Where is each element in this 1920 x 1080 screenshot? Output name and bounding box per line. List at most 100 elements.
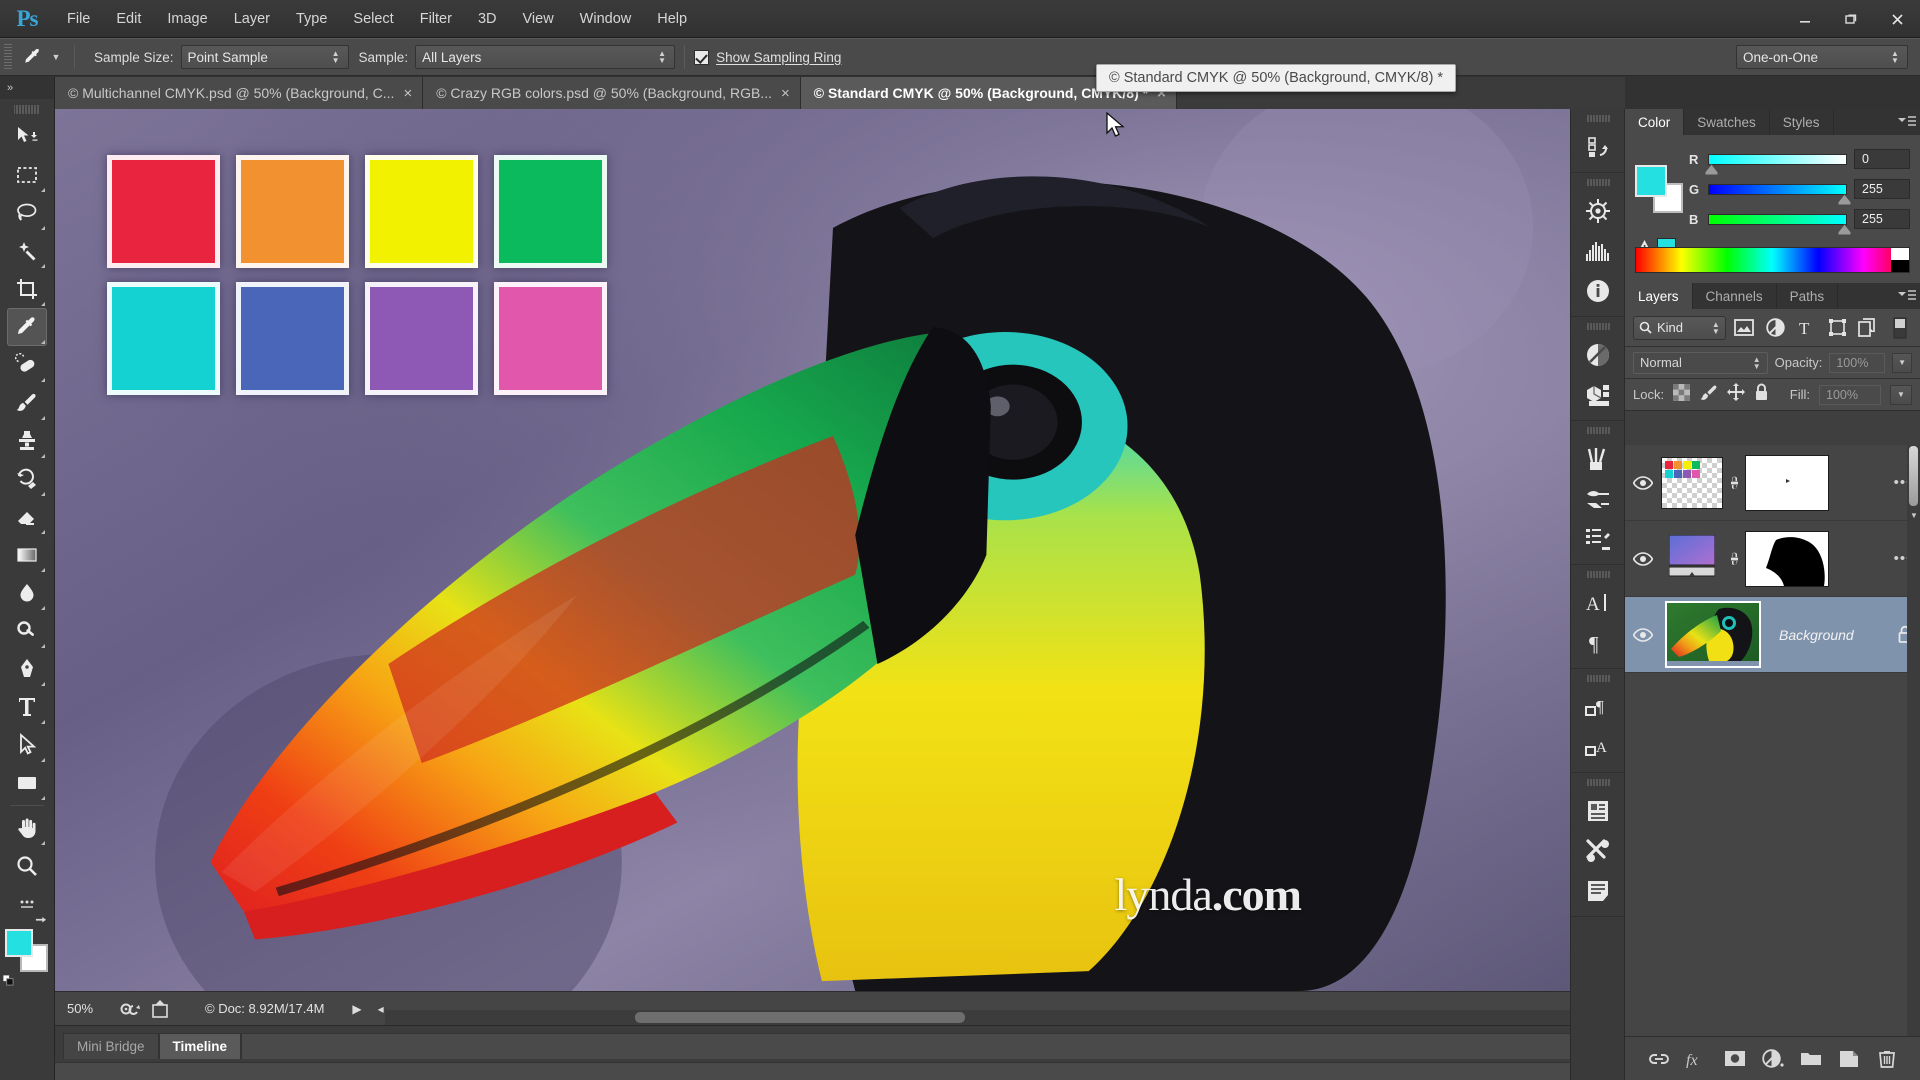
properties-panel-icon[interactable] bbox=[1571, 871, 1624, 911]
sample-select[interactable]: All Layers ▲ ▼ bbox=[415, 45, 676, 69]
gradient-tool[interactable] bbox=[7, 536, 47, 574]
panel-menu-icon[interactable] bbox=[1894, 109, 1920, 135]
tools-panel-grip[interactable] bbox=[14, 102, 40, 116]
pixel-layer-filter-icon[interactable] bbox=[1732, 315, 1757, 341]
hand-tool[interactable] bbox=[7, 809, 47, 847]
tab-layers[interactable]: Layers bbox=[1625, 283, 1693, 309]
scroll-down-icon[interactable]: ▼ bbox=[1910, 511, 1918, 520]
panel-menu-icon[interactable] bbox=[1894, 283, 1920, 309]
delete-layer-icon[interactable] bbox=[1876, 1048, 1898, 1070]
opacity-stepper-chevron-down-icon[interactable]: ▼ bbox=[1892, 352, 1912, 373]
tool-presets-panel-icon[interactable] bbox=[1571, 479, 1624, 519]
filter-toggle-icon[interactable] bbox=[1887, 315, 1912, 341]
tab-swatches[interactable]: Swatches bbox=[1684, 109, 1770, 135]
lock-transparent-pixels-icon[interactable] bbox=[1673, 383, 1691, 406]
proof-colors-icon[interactable] bbox=[117, 1001, 147, 1017]
rectangular-marquee-tool[interactable] bbox=[7, 156, 47, 194]
eyedropper-tool[interactable] bbox=[7, 308, 47, 346]
close-icon[interactable]: × bbox=[403, 86, 412, 101]
workspace-switcher[interactable]: One-on-One ▲ ▼ bbox=[1736, 45, 1908, 69]
3d-panel-icon[interactable] bbox=[1571, 375, 1624, 415]
layer-mask-thumbnail[interactable] bbox=[1745, 454, 1829, 511]
layer-thumbnail[interactable] bbox=[1661, 456, 1723, 509]
paragraph-panel-icon[interactable]: ¶ bbox=[1571, 623, 1624, 663]
slider-knob-icon[interactable] bbox=[1838, 223, 1851, 235]
layer-style-fx-icon[interactable]: fx bbox=[1686, 1048, 1708, 1070]
history-panel-icon[interactable] bbox=[1571, 127, 1624, 167]
document-tab-multichannel-cmyk[interactable]: © Multichannel CMYK.psd @ 50% (Backgroun… bbox=[55, 77, 424, 109]
lock-image-pixels-icon[interactable] bbox=[1699, 384, 1718, 406]
clone-stamp-tool[interactable] bbox=[7, 422, 47, 460]
menu-view[interactable]: View bbox=[510, 0, 567, 38]
notes-panel-icon[interactable] bbox=[1571, 791, 1624, 831]
layer-thumbnail[interactable] bbox=[1668, 534, 1716, 582]
channel-slider-b[interactable] bbox=[1708, 213, 1851, 235]
minimize-icon[interactable] bbox=[1782, 0, 1828, 38]
sample-size-select[interactable]: Point Sample ▲ ▼ bbox=[180, 45, 349, 69]
eraser-tool[interactable] bbox=[7, 498, 47, 536]
rail-grip[interactable] bbox=[1585, 569, 1610, 580]
rail-grip[interactable] bbox=[1585, 177, 1610, 188]
channel-slider-r[interactable] bbox=[1705, 153, 1847, 175]
layer-mask-link-icon[interactable] bbox=[1723, 473, 1745, 493]
new-adjustment-layer-icon[interactable] bbox=[1761, 1048, 1784, 1070]
healing-brush-tool[interactable] bbox=[7, 346, 47, 384]
options-bar-grip[interactable] bbox=[4, 44, 12, 70]
layer-visibility-eye-icon[interactable] bbox=[1625, 627, 1661, 642]
histogram-panel-icon[interactable] bbox=[1571, 231, 1624, 271]
menu-filter[interactable]: Filter bbox=[407, 0, 465, 38]
foreground-background-color-control[interactable] bbox=[3, 917, 49, 986]
paragraph-styles-panel-icon[interactable]: ¶ bbox=[1571, 687, 1624, 727]
navigator-panel-icon[interactable] bbox=[1571, 191, 1624, 231]
blend-mode-select[interactable]: Normal ▲ ▼ bbox=[1633, 351, 1768, 374]
menu-window[interactable]: Window bbox=[567, 0, 645, 38]
show-sampling-ring-checkbox[interactable]: Show Sampling Ring bbox=[694, 49, 841, 65]
document-tab-crazy-rgb-colors[interactable]: © Crazy RGB colors.psd @ 50% (Background… bbox=[423, 77, 801, 109]
path-selection-tool[interactable] bbox=[7, 726, 47, 764]
lock-position-icon[interactable] bbox=[1727, 383, 1746, 406]
slider-knob-icon[interactable] bbox=[1838, 193, 1851, 205]
type-layer-filter-icon[interactable]: T bbox=[1794, 315, 1819, 341]
menu-select[interactable]: Select bbox=[340, 0, 406, 38]
rail-grip[interactable] bbox=[1585, 777, 1610, 788]
brush-tool[interactable] bbox=[7, 384, 47, 422]
status-expand-arrow-icon[interactable]: ▶ bbox=[352, 1002, 361, 1016]
brush-presets-panel-icon[interactable] bbox=[1571, 439, 1624, 479]
document-canvas[interactable]: lynda.com bbox=[55, 109, 1611, 991]
layer-visibility-eye-icon[interactable] bbox=[1625, 475, 1661, 490]
color-panel-fg-bg[interactable] bbox=[1635, 165, 1683, 213]
tab-timeline[interactable]: Timeline bbox=[158, 1033, 242, 1059]
layer-row-swatches[interactable]: ••• bbox=[1625, 445, 1920, 521]
layer-row-background[interactable]: Background bbox=[1625, 597, 1920, 673]
rectangle-tool[interactable] bbox=[7, 764, 47, 802]
default-colors-icon[interactable] bbox=[3, 975, 14, 986]
layer-list-scroll-thumb[interactable] bbox=[1909, 446, 1918, 506]
layer-mask-thumbnail[interactable] bbox=[1745, 530, 1829, 587]
link-layers-icon[interactable] bbox=[1648, 1048, 1670, 1070]
actions-panel-icon[interactable] bbox=[1571, 831, 1624, 871]
tab-paths[interactable]: Paths bbox=[1777, 283, 1839, 309]
tool-preset-chevron-down-icon[interactable]: ▼ bbox=[47, 43, 65, 71]
crop-tool[interactable] bbox=[7, 270, 47, 308]
menu-image[interactable]: Image bbox=[154, 0, 220, 38]
zoom-level[interactable]: 50% bbox=[55, 1001, 117, 1016]
layer-thumbnail[interactable] bbox=[1665, 601, 1761, 668]
menu-layer[interactable]: Layer bbox=[221, 0, 283, 38]
color-spectrum-ramp[interactable] bbox=[1635, 247, 1910, 273]
menu-file[interactable]: File bbox=[54, 0, 103, 38]
close-icon[interactable]: × bbox=[781, 86, 790, 101]
brush-panel-icon[interactable] bbox=[1571, 519, 1624, 559]
magic-wand-tool[interactable] bbox=[7, 232, 47, 270]
channel-value-g[interactable]: 255 bbox=[1854, 179, 1910, 199]
lock-all-icon[interactable] bbox=[1754, 383, 1769, 406]
shape-layer-filter-icon[interactable] bbox=[1825, 315, 1850, 341]
menu-help[interactable]: Help bbox=[644, 0, 700, 38]
new-layer-icon[interactable] bbox=[1838, 1048, 1860, 1070]
channel-value-b[interactable]: 255 bbox=[1854, 209, 1910, 229]
tab-channels[interactable]: Channels bbox=[1693, 283, 1777, 309]
adjustment-layer-filter-icon[interactable] bbox=[1763, 315, 1788, 341]
channel-slider-g[interactable] bbox=[1708, 183, 1851, 205]
tools-expand-button[interactable]: » bbox=[0, 77, 54, 99]
slider-knob-icon[interactable] bbox=[1705, 163, 1718, 175]
canvas-horizontal-scrollbar[interactable] bbox=[385, 1010, 1611, 1025]
